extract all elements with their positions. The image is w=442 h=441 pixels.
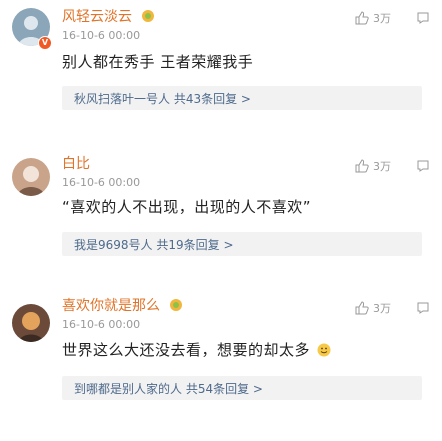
smiley-emoji-icon [317,343,331,357]
level-badge-icon [170,299,183,311]
thumbs-up-icon [355,11,369,25]
username-text: 白比 [62,156,90,172]
reply-button[interactable] [416,159,430,173]
username[interactable]: 喜欢你就是那么 [62,295,183,315]
like-button[interactable]: 3万 [355,158,391,174]
username-text: 风轻云淡云 [62,9,132,25]
comment-bubble-icon [417,302,429,314]
comment-content: “喜欢的人不出现，出现的人不喜欢” [62,198,312,216]
comment-bubble-icon [417,160,429,172]
comment-bubble-icon [417,12,429,24]
comment-item: V 风轻云淡云 16-10-6 00:00 3万 别人都在秀手 王者荣耀我手 秋… [0,0,442,148]
like-button[interactable]: 3万 [355,10,391,26]
reply-summary-box[interactable]: 到哪都是别人家的人 共54条回复 > [62,376,422,400]
comment-item: 白比 16-10-6 00:00 3万 “喜欢的人不出现，出现的人不喜欢” 我是… [0,148,442,290]
thumbs-up-icon [355,159,369,173]
timestamp: 16-10-6 00:00 [62,29,141,42]
username[interactable]: 白比 [62,153,90,173]
like-count: 3万 [373,12,391,25]
like-count: 3万 [373,302,391,315]
comment-content: 别人都在秀手 王者荣耀我手 [62,53,254,71]
comment-content-text: 世界这么大还没去看，想要的却太多 [62,341,311,359]
reply-button[interactable] [416,301,430,315]
thumbs-up-icon [355,301,369,315]
reply-summary-link[interactable]: 秋风扫落叶一号人 共43条回复 > [74,90,251,107]
level-badge-icon [142,10,155,22]
timestamp: 16-10-6 00:00 [62,176,141,189]
reply-summary-box[interactable]: 我是9698号人 共19条回复 > [62,232,422,256]
reply-summary-box[interactable]: 秋风扫落叶一号人 共43条回复 > [62,86,422,110]
avatar-image-icon [12,304,50,342]
like-button[interactable]: 3万 [355,300,391,316]
comment-item: 喜欢你就是那么 16-10-6 00:00 3万 世界这么大还没去看，想要的却太… [0,290,442,441]
avatar-image-icon [12,158,50,196]
avatar[interactable] [12,158,50,196]
username[interactable]: 风轻云淡云 [62,6,155,26]
avatar[interactable] [12,304,50,342]
vip-badge: V [38,36,52,50]
username-text: 喜欢你就是那么 [62,298,160,314]
reply-button[interactable] [416,11,430,25]
comment-content: 世界这么大还没去看，想要的却太多 [62,339,331,360]
timestamp: 16-10-6 00:00 [62,318,141,331]
reply-summary-link[interactable]: 到哪都是别人家的人 共54条回复 > [74,380,263,397]
reply-summary-link[interactable]: 我是9698号人 共19条回复 > [74,236,234,253]
like-count: 3万 [373,160,391,173]
